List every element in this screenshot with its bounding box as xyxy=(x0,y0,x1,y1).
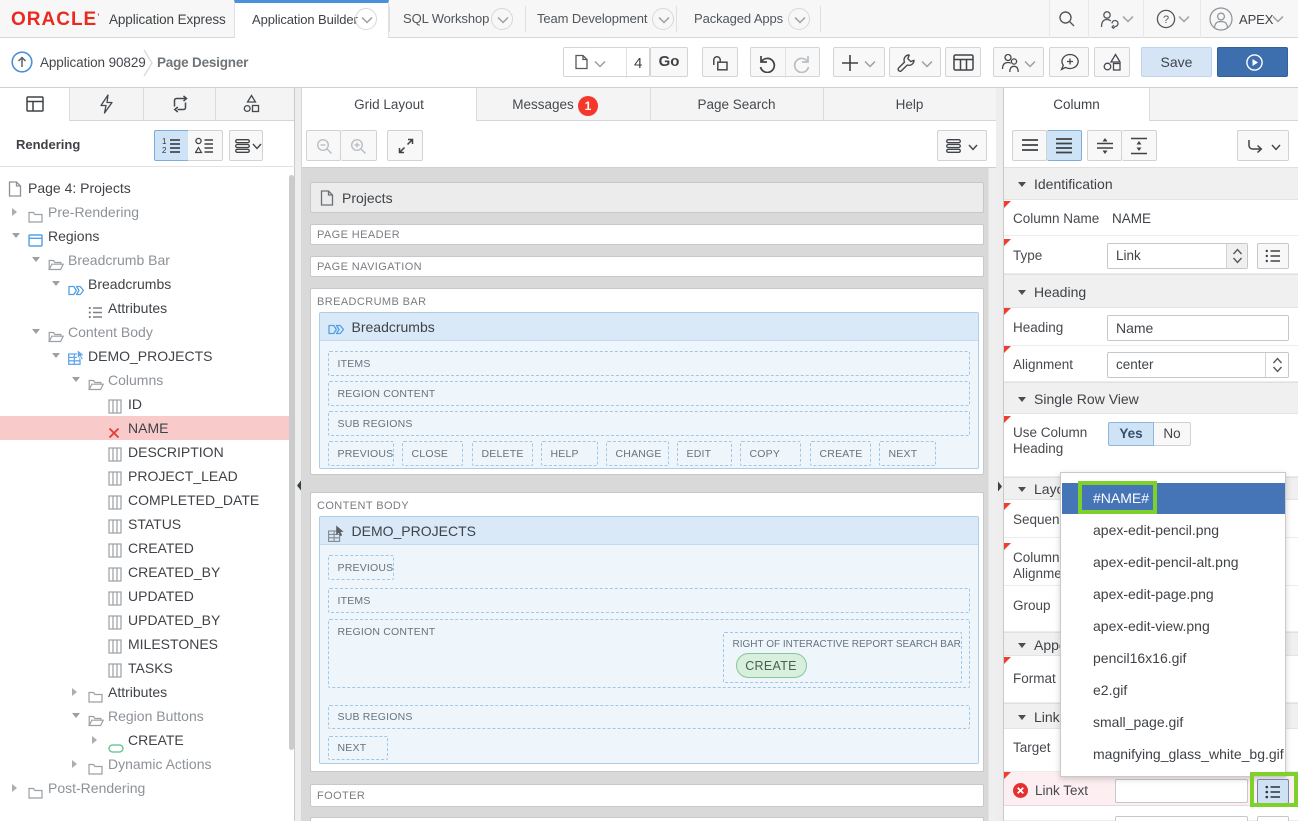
svg-text:?: ? xyxy=(1163,14,1169,26)
